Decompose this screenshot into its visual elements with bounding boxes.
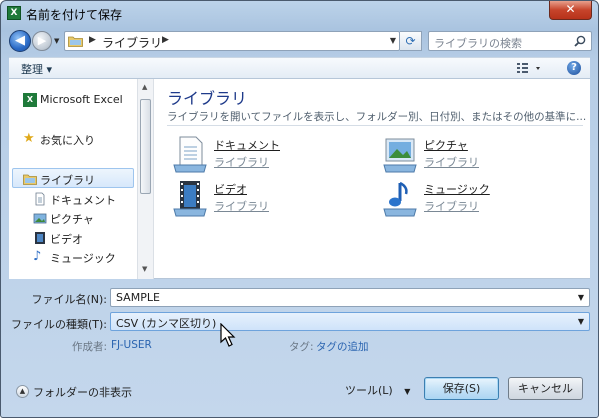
arrow-right-icon: ▶ [37, 34, 47, 47]
document-icon [35, 192, 45, 206]
close-button[interactable]: ✕ [549, 1, 592, 20]
chevron-down-icon[interactable]: ▼ [578, 293, 584, 302]
library-name: ドキュメント [214, 139, 280, 152]
nav-label: ピクチャ [50, 213, 94, 226]
library-name: ミュージック [424, 183, 490, 196]
tags-field[interactable]: タグの追加 [316, 339, 369, 354]
library-subtitle: ライブラリ [424, 200, 479, 213]
tools-label: ツール(L) [345, 384, 393, 397]
breadcrumb-library[interactable]: ライブラリ [102, 34, 162, 51]
nav-item-videos[interactable]: ビデオ [9, 229, 135, 247]
navigation-pane: X Microsoft Excel ★ お気に入り ライブラリ ドキュメント ピ… [9, 79, 137, 279]
excel-icon: X [7, 6, 21, 20]
title-bar: X 名前を付けて保存 ✕ [1, 1, 598, 25]
scrollbar-thumb[interactable] [140, 99, 151, 194]
command-bar: 整理 ▾ ? [9, 57, 590, 79]
nav-item-libraries[interactable]: ライブラリ [12, 168, 134, 188]
excel-icon: X [23, 93, 37, 107]
filetype-value: CSV (カンマ区切り) [116, 317, 217, 330]
library-item-pictures[interactable]: ピクチャ ライブラリ [380, 135, 570, 179]
video-icon [35, 232, 45, 244]
nav-label: ライブラリ [40, 174, 95, 187]
filename-field[interactable]: SAMPLE ▼ [110, 288, 590, 307]
breadcrumb-separator-icon[interactable]: ▶ [162, 35, 169, 45]
hide-folders-label: フォルダーの非表示 [33, 386, 132, 399]
save-button[interactable]: 保存(S) [424, 377, 499, 400]
documents-library-icon [173, 136, 207, 173]
library-description: ライブラリを開いてファイルを表示し、フォルダー別、日付別、またはその他の基準に.… [167, 111, 587, 123]
chevron-down-icon[interactable]: ▼ [578, 317, 584, 326]
breadcrumb-separator-icon[interactable]: ▶ [89, 35, 96, 45]
scroll-up-icon[interactable]: ▲ [142, 83, 147, 91]
navigation-scrollbar[interactable]: ▲ ▼ [137, 79, 154, 279]
library-subtitle: ライブラリ [214, 156, 269, 169]
nav-label: お気に入り [40, 134, 95, 147]
videos-library-icon [173, 181, 207, 217]
organize-button[interactable]: 整理 ▾ [21, 61, 52, 77]
filetype-label: ファイルの種類(T): [10, 318, 107, 331]
forward-button[interactable]: ▶ [32, 31, 52, 51]
arrow-left-icon: ◀ [15, 33, 25, 48]
star-icon: ★ [23, 131, 35, 146]
back-button[interactable]: ◀ [9, 30, 31, 52]
library-item-videos[interactable]: ビデオ ライブラリ [170, 179, 360, 223]
author-field[interactable]: FJ-USER [111, 339, 152, 351]
picture-icon [33, 213, 47, 224]
library-name: ビデオ [214, 183, 247, 196]
music-library-icon [383, 181, 417, 217]
address-bar[interactable]: ▶ ライブラリ ▶ ▼ [64, 31, 400, 51]
pictures-library-icon [383, 138, 417, 173]
filename-label: ファイル名(N): [31, 293, 107, 306]
nav-label: ドキュメント [50, 194, 116, 207]
divider [167, 125, 583, 126]
library-item-music[interactable]: ミュージック ライブラリ [380, 179, 570, 223]
chevron-up-icon: ▲ [16, 385, 29, 398]
help-icon[interactable]: ? [567, 61, 581, 75]
address-dropdown-icon[interactable]: ▼ [390, 36, 396, 45]
scroll-down-icon[interactable]: ▼ [142, 265, 147, 273]
music-icon: ♪ [33, 249, 42, 264]
browser-panel: X Microsoft Excel ★ お気に入り ライブラリ ドキュメント ピ… [9, 79, 590, 279]
refresh-icon: ⟳ [405, 34, 416, 48]
nav-item-excel[interactable]: X Microsoft Excel [9, 91, 135, 109]
nav-label: ビデオ [50, 233, 83, 246]
nav-label: Microsoft Excel [40, 93, 123, 106]
author-label: 作成者: [72, 341, 108, 353]
library-folder-icon [68, 36, 83, 47]
search-icon[interactable] [574, 35, 586, 47]
tools-menu-button[interactable]: ツール(L) ▼ [345, 382, 410, 398]
window-title: 名前を付けて保存 [26, 8, 123, 22]
nav-item-pictures[interactable]: ピクチャ [9, 209, 135, 227]
nav-item-favorites[interactable]: ★ お気に入り [9, 130, 135, 148]
refresh-button[interactable]: ⟳ [400, 31, 422, 51]
library-icon [23, 174, 37, 185]
library-view: ライブラリ ライブラリを開いてファイルを表示し、フォルダー別、日付別、またはその… [154, 79, 590, 279]
library-heading: ライブラリ [167, 89, 248, 108]
filetype-select[interactable]: CSV (カンマ区切り) ▼ [110, 312, 590, 331]
library-subtitle: ライブラリ [214, 200, 269, 213]
chevron-down-icon: ▼ [404, 387, 411, 396]
nav-label: ミュージック [50, 252, 116, 265]
library-subtitle: ライブラリ [424, 156, 479, 169]
change-view-icon[interactable] [515, 61, 543, 76]
save-as-dialog: X 名前を付けて保存 ✕ ◀ ▶ ▼ ▶ ライブラリ ▶ ▼ ⟳ ライブラリの検… [0, 0, 599, 418]
library-item-documents[interactable]: ドキュメント ライブラリ [170, 135, 360, 179]
tags-label: タグ: [289, 341, 314, 353]
recent-pages-dropdown[interactable]: ▼ [54, 37, 62, 45]
search-input[interactable]: ライブラリの検索 [428, 31, 592, 51]
cancel-button[interactable]: キャンセル [508, 377, 583, 400]
search-placeholder: ライブラリの検索 [434, 37, 522, 50]
mouse-cursor-icon [220, 323, 236, 347]
library-name: ピクチャ [424, 139, 468, 152]
filename-value: SAMPLE [116, 291, 160, 304]
nav-item-music[interactable]: ♪ ミュージック [9, 248, 135, 266]
nav-item-documents[interactable]: ドキュメント [9, 190, 135, 208]
